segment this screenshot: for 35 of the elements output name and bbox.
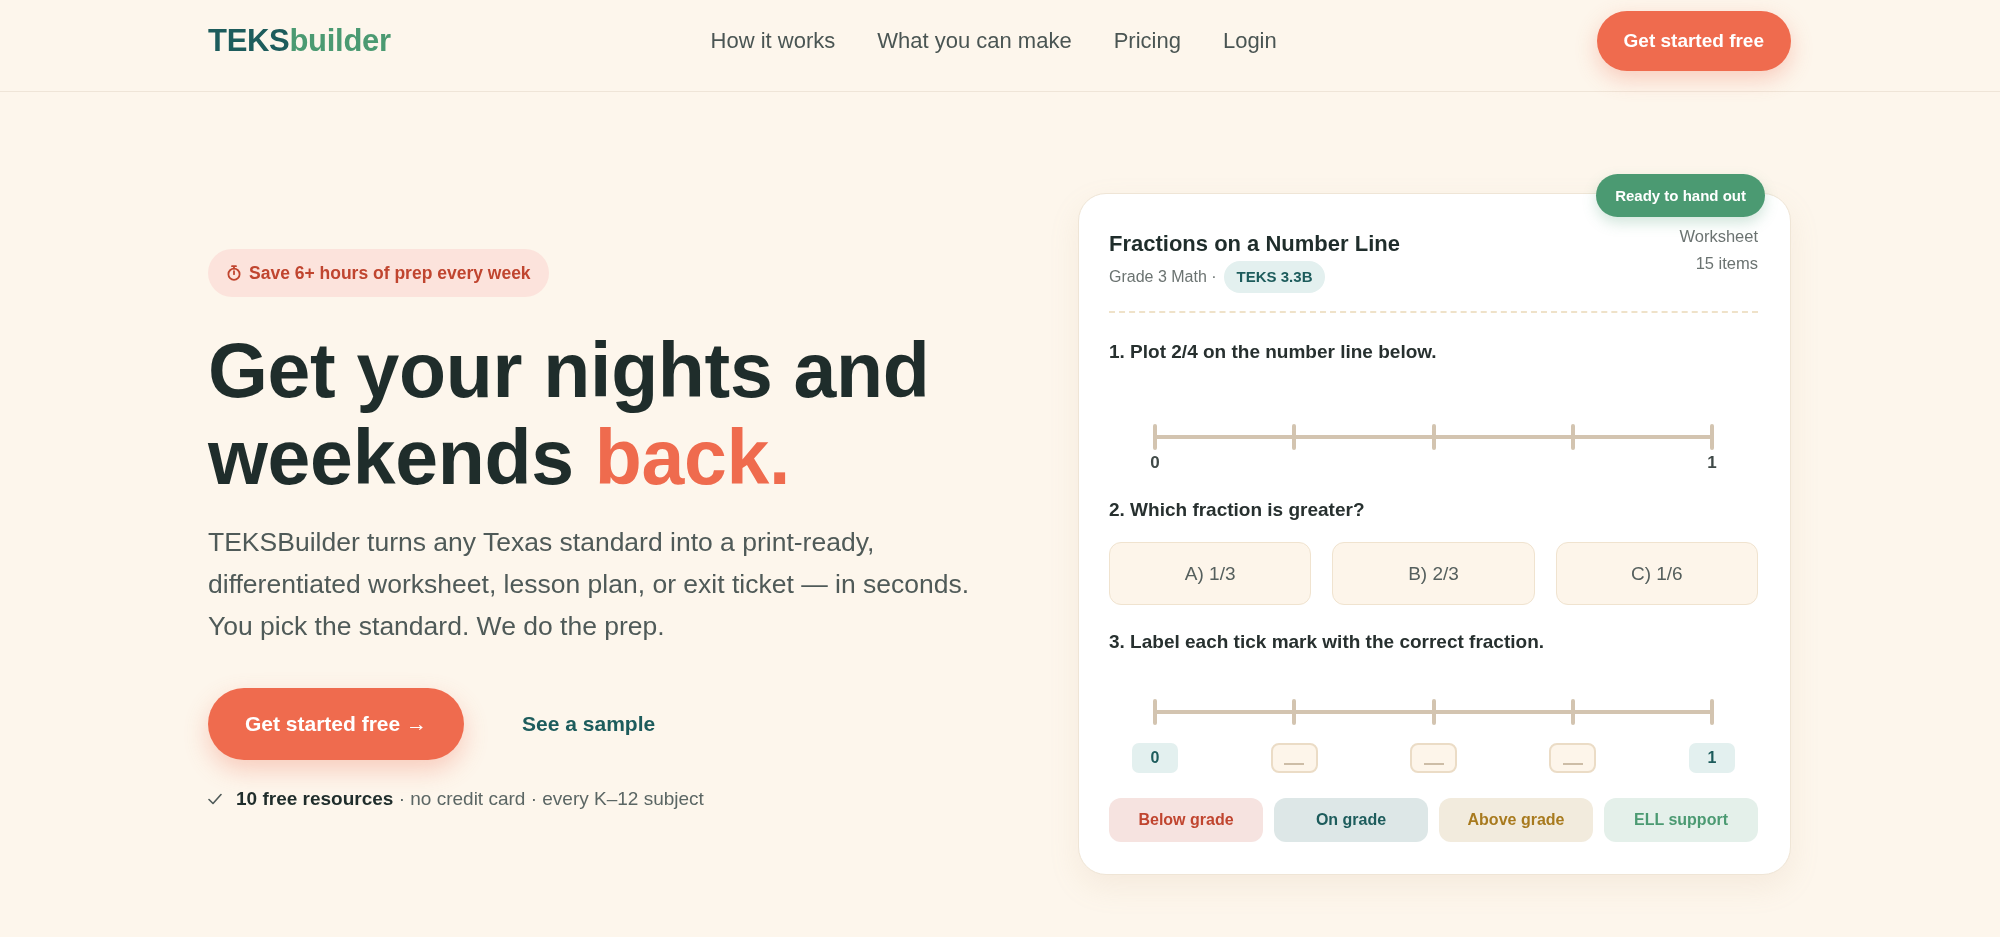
perks-text: 10 free resources · no credit card · every K–12 subject	[236, 787, 704, 811]
nav-link[interactable]: What you can make	[877, 28, 1072, 54]
answer-box	[1270, 743, 1318, 773]
answer-choice: A) 1/3	[1109, 542, 1312, 605]
nav-link[interactable]: Pricing	[1113, 28, 1181, 54]
answer-choice: C) 1/6	[1555, 542, 1758, 605]
check-icon	[208, 793, 222, 805]
tick-label: 0	[1150, 453, 1160, 473]
sample-link[interactable]: See a sample	[522, 712, 656, 736]
logo[interactable]: TEKSbuilder	[208, 23, 391, 59]
version-tag: Below grade	[1109, 798, 1263, 842]
tick-label: 0	[1132, 743, 1178, 773]
version-tag: On grade	[1274, 798, 1428, 842]
question-prompt: 3. Label each tick mark with the correct fraction.	[1109, 630, 1546, 654]
hero-heading: Get your nights and weekends back.	[208, 327, 931, 501]
answer-choice: B) 2/3	[1332, 542, 1535, 605]
question-prompt: 1. Plot 2/4 on the number line below.	[1109, 340, 1438, 364]
hero-description: TEKSBuilder turns any Texas standard into a print-ready, differentiated worksheet, lesson plan, or exit ticket — in seconds. You pick the standard. We do the prep.	[208, 526, 971, 643]
version-tag: ELL support	[1604, 798, 1758, 842]
course-label: Grade 3 Math ·	[1109, 268, 1217, 286]
tick-label: 1	[1707, 453, 1717, 473]
worksheet-title: Fractions on a Number Line	[1109, 230, 1400, 258]
stopwatch-icon	[227, 265, 241, 281]
answer-box	[1410, 743, 1457, 773]
tick-label: 1	[1689, 743, 1735, 773]
savings-text: Save 6+ hours of prep every week	[249, 262, 531, 284]
question-prompt: 2. Which fraction is greater?	[1109, 498, 1366, 522]
item-count: 15 items	[1695, 253, 1758, 274]
resource-type: Worksheet	[1679, 226, 1758, 247]
standard-tag: TEKS 3.3B	[1223, 261, 1326, 293]
answer-box	[1549, 743, 1597, 773]
nav-link[interactable]: How it works	[710, 28, 836, 54]
status-badge: Ready to hand out	[1596, 174, 1765, 217]
nav-link[interactable]: Login	[1222, 28, 1277, 54]
version-tag: Above grade	[1439, 798, 1593, 842]
